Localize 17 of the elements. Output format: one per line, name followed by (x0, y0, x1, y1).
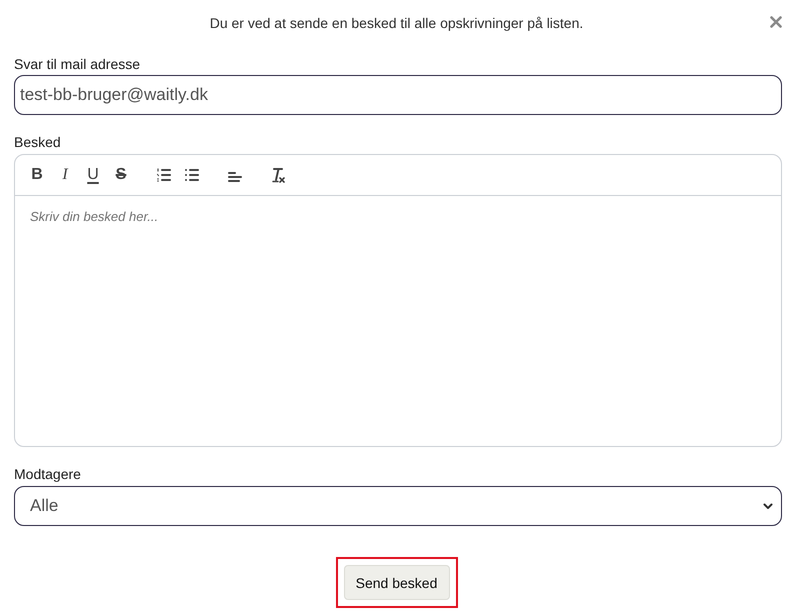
bold-button[interactable]: B (23, 163, 51, 187)
italic-button[interactable]: I (51, 163, 79, 187)
message-field[interactable]: Skriv din besked her... (15, 196, 781, 446)
send-button[interactable]: Send besked (344, 565, 450, 600)
field-label: Besked (14, 133, 61, 151)
bullet-list-icon (183, 166, 201, 184)
close-icon (770, 16, 782, 28)
strikethrough-button[interactable]: S (107, 163, 135, 187)
underline-button[interactable]: U (79, 163, 107, 187)
close-button[interactable] (770, 16, 782, 28)
field-label: Modtagere (14, 465, 81, 483)
recipients-select[interactable]: Alle (14, 486, 782, 526)
info-message: Du er ved at sende en besked til alle opskrivninger på listen. (210, 15, 584, 31)
chevron-down-icon (763, 502, 773, 510)
field-label: Svar til mail adresse (14, 55, 140, 73)
numbered-list-icon (155, 166, 173, 184)
email-input[interactable]: test-bb-bruger@waitly.dk (14, 75, 782, 115)
